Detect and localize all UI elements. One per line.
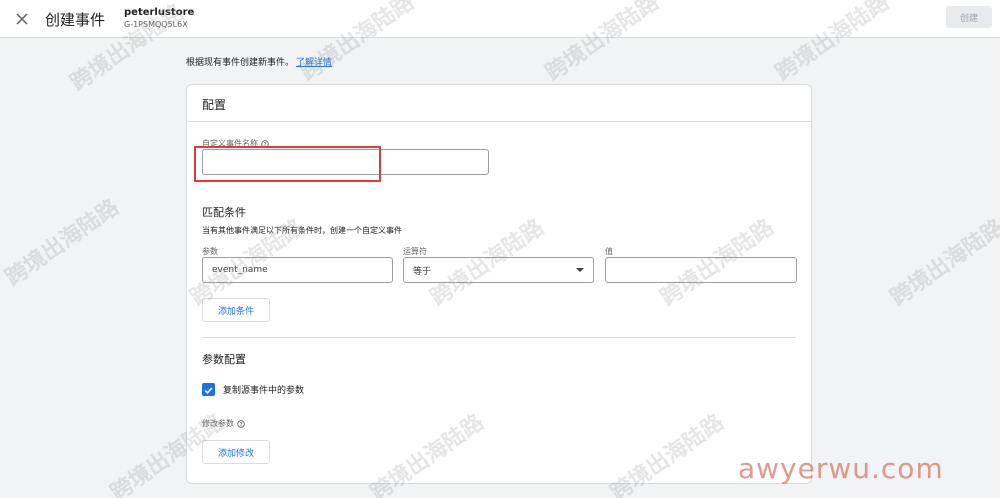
configuration-card: 配置 (186, 84, 812, 484)
modify-params-label-text: 修改参数 (202, 419, 234, 428)
arrow-drop-down-icon (576, 268, 584, 272)
operator-select[interactable]: 等于 (403, 257, 594, 283)
property-info: peterlustore G-1PSMQQ5L6X (124, 6, 194, 30)
watermark-text: 跨境出海陆路 (1, 194, 124, 292)
value-label: 值 (605, 247, 613, 256)
intro-text: 根据现有事件创建新事件。 了解详情 (186, 55, 332, 68)
create-button[interactable]: 创建 (946, 6, 992, 28)
close-icon (16, 10, 28, 29)
watermark-text: 跨境出海陆路 (886, 214, 1000, 312)
help-circle-icon[interactable] (237, 419, 245, 428)
add-modification-button[interactable]: 添加修改 (202, 440, 270, 464)
match-section-title: 匹配条件 (202, 206, 246, 219)
section-divider (202, 337, 796, 338)
card-title: 配置 (202, 98, 227, 112)
modify-params-label: 修改参数 (202, 418, 245, 429)
value-input[interactable] (605, 257, 797, 283)
add-condition-button[interactable]: 添加条件 (202, 298, 270, 322)
close-button[interactable] (10, 7, 34, 31)
operator-selected-value: 等于 (413, 266, 432, 277)
top-app-bar: 创建事件 peterlustore G-1PSMQQ5L6X 创建 (0, 0, 1000, 38)
property-id: G-1PSMQQ5L6X (124, 20, 188, 29)
operator-label: 运算符 (403, 247, 427, 256)
page-title: 创建事件 (45, 11, 106, 29)
copy-params-checkbox[interactable] (202, 383, 215, 396)
learn-more-link[interactable]: 了解详情 (296, 58, 332, 68)
param-input[interactable]: event_name (202, 257, 393, 283)
match-description: 当有其他事件满足以下所有条件时，创建一个自定义事件 (202, 226, 402, 235)
params-section-title: 参数配置 (202, 353, 246, 366)
copy-params-label: 复制源事件中的参数 (223, 386, 305, 396)
property-name: peterlustore (124, 7, 195, 18)
check-icon (204, 380, 213, 399)
param-label: 参数 (202, 247, 218, 256)
intro-description: 根据现有事件创建新事件。 (186, 58, 295, 68)
card-header: 配置 (187, 85, 811, 122)
highlight-annotation (194, 146, 381, 182)
